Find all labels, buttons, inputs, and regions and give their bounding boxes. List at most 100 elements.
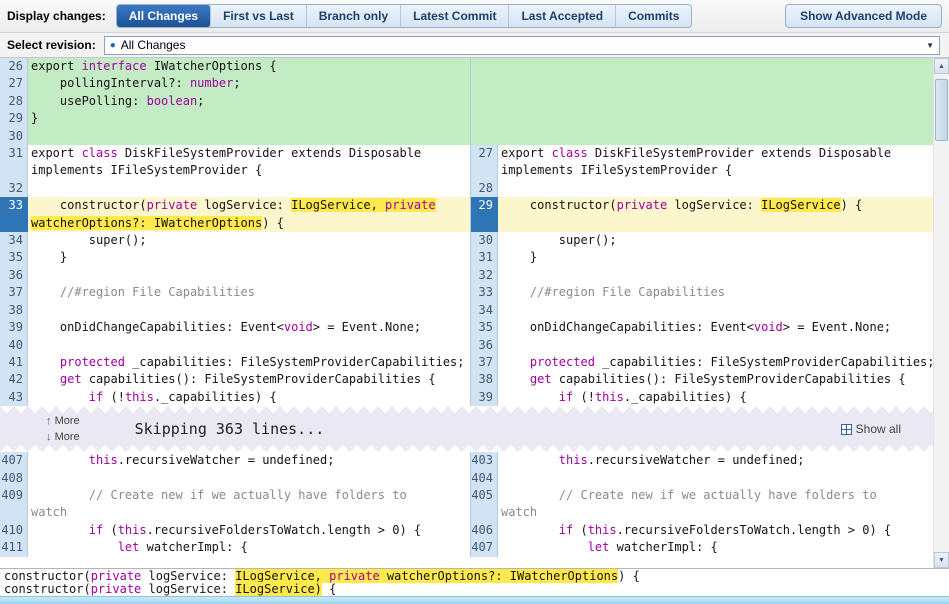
diff-highlight: private [385, 198, 436, 213]
left-line-number: 35 [0, 249, 28, 267]
left-code-line[interactable]: export interface IWatcherOptions { [28, 58, 470, 76]
tab-first-vs-last[interactable]: First vs Last [211, 5, 307, 27]
changed-line-preview: constructor(private logService: ILogServ… [0, 582, 949, 596]
right-code-line[interactable] [498, 127, 933, 146]
right-code-line[interactable]: let watcherImpl: { [498, 539, 933, 556]
right-code-line[interactable]: super(); [498, 232, 933, 249]
right-code-line[interactable]: onDidChangeCapabilities: Event<void> = E… [498, 319, 933, 336]
diff-row: 29} [0, 110, 933, 128]
left-code-line[interactable]: pollingInterval?: number; [28, 75, 470, 93]
left-code-line[interactable]: implements IFileSystemProvider { [28, 162, 470, 179]
left-code-line[interactable]: constructor(private logService: ILogServ… [28, 197, 470, 215]
left-code-line[interactable]: //#region File Capabilities [28, 284, 470, 301]
right-code-line[interactable] [498, 337, 933, 354]
right-code-line[interactable]: protected _capabilities: FileSystemProvi… [498, 354, 933, 371]
code-token: ( [573, 522, 588, 537]
code-review-window: Display changes: All Changes First vs Las… [0, 0, 949, 604]
left-line-number: 30 [0, 127, 28, 146]
code-token: super(); [31, 233, 147, 248]
expand-up-link[interactable]: ↑ More [46, 415, 80, 427]
code-token: watch [501, 505, 538, 520]
right-code-line[interactable]: watch [498, 504, 933, 521]
revision-select[interactable]: ● All Changes ▼ [103, 35, 940, 55]
show-advanced-mode-button[interactable]: Show Advanced Mode [785, 4, 942, 28]
code-token: if [558, 389, 574, 404]
right-code-line[interactable] [498, 302, 933, 319]
right-code-line[interactable]: export class DiskFileSystemProvider exte… [498, 145, 933, 162]
right-code-line[interactable] [498, 470, 933, 487]
code-token: private [90, 569, 142, 583]
right-code-line[interactable] [498, 180, 933, 197]
code-token: usePolling: [31, 93, 147, 108]
right-code-line[interactable]: this.recursiveWatcher = undefined; [498, 452, 933, 469]
left-code-line[interactable]: super(); [28, 232, 470, 249]
left-line-number: 41 [0, 353, 28, 372]
code-token: export [501, 146, 552, 161]
right-code-line[interactable]: } [498, 249, 933, 266]
left-line-number: 34 [0, 232, 28, 250]
scroll-down-button[interactable]: ▼ [934, 552, 949, 568]
left-code-line[interactable] [28, 180, 470, 197]
left-line-number: 409 [0, 486, 28, 505]
right-code-line[interactable]: implements IFileSystemProvider { [498, 162, 933, 179]
left-code-line[interactable]: watcherOptions?: IWatcherOptions) { [28, 214, 470, 233]
left-code-line[interactable]: usePolling: boolean; [28, 92, 470, 111]
tab-latest-commit[interactable]: Latest Commit [401, 5, 510, 27]
left-code-line[interactable] [28, 267, 470, 284]
right-code-line[interactable] [498, 214, 933, 233]
right-code-line[interactable] [498, 92, 933, 111]
left-code-line[interactable]: onDidChangeCapabilities: Event<void> = E… [28, 319, 470, 336]
tab-all-changes[interactable]: All Changes [116, 5, 212, 27]
left-code-line[interactable] [28, 337, 470, 354]
scrollbar-track[interactable] [934, 74, 949, 552]
show-all-link[interactable]: Show all [840, 422, 901, 436]
left-line-number [0, 214, 28, 233]
right-code-line[interactable] [498, 267, 933, 284]
left-code-line[interactable]: protected _capabilities: FileSystemProvi… [28, 354, 470, 371]
left-code-line[interactable]: this.recursiveWatcher = undefined; [28, 452, 470, 469]
left-code-line[interactable] [28, 127, 470, 146]
code-token: > = Event.None; [312, 320, 422, 335]
vertical-scrollbar[interactable]: ▲ ▼ [933, 58, 949, 568]
right-code-line[interactable] [498, 75, 933, 93]
left-code-line[interactable]: } [28, 249, 470, 266]
code-token: .recursiveWatcher = undefined; [117, 453, 335, 468]
right-line-number: 407 [470, 539, 498, 557]
right-code-line[interactable] [498, 110, 933, 128]
left-code-line[interactable]: watch [28, 504, 470, 521]
left-code-line[interactable]: if (this.recursiveFoldersToWatch.length … [28, 522, 470, 539]
scroll-up-button[interactable]: ▲ [934, 58, 949, 74]
right-code-line[interactable]: //#region File Capabilities [498, 284, 933, 301]
left-code-line[interactable]: if (!this._capabilities) { [28, 389, 470, 406]
diff-row: implements IFileSystemProvider { implemen… [0, 162, 933, 180]
right-line-number [470, 504, 498, 522]
code-token: class [81, 146, 118, 161]
left-code-line[interactable] [28, 470, 470, 487]
code-token: DiskFileSystemProvider extends Disposabl… [587, 146, 892, 161]
tab-branch-only[interactable]: Branch only [306, 5, 402, 27]
diff-view: 26 export interface IWatcherOptions {27 p… [0, 58, 949, 568]
left-code-line[interactable]: // Create new if we actually have folder… [28, 487, 470, 504]
tab-commits[interactable]: Commits [616, 5, 692, 27]
expand-down-link[interactable]: ↓ More [46, 431, 80, 443]
left-code-line[interactable]: let watcherImpl: { [28, 539, 470, 556]
right-code-line[interactable] [498, 58, 933, 76]
tab-last-accepted[interactable]: Last Accepted [509, 5, 617, 27]
right-code-line[interactable]: // Create new if we actually have folder… [498, 487, 933, 504]
changed-line-preview-panel: constructor(private logService: ILogServ… [0, 568, 949, 596]
right-code-line[interactable]: get capabilities(): FileSystemProviderCa… [498, 371, 933, 388]
right-code-line[interactable]: if (this.recursiveFoldersToWatch.length … [498, 522, 933, 539]
left-code-line[interactable] [28, 302, 470, 319]
code-token: DiskFileSystemProvider extends Disposabl… [117, 146, 422, 161]
code-token: number [189, 76, 234, 91]
right-code-line[interactable]: constructor(private logService: ILogServ… [498, 197, 933, 215]
right-line-number: 37 [470, 353, 498, 372]
left-code-line[interactable]: get capabilities(): FileSystemProviderCa… [28, 371, 470, 388]
code-token: this [117, 522, 147, 537]
code-token: (! [573, 389, 595, 404]
left-code-line[interactable]: export class DiskFileSystemProvider exte… [28, 145, 470, 162]
scrollbar-thumb[interactable] [935, 79, 948, 141]
right-code-line[interactable]: if (!this._capabilities) { [498, 389, 933, 406]
left-code-line[interactable]: } [28, 110, 470, 128]
